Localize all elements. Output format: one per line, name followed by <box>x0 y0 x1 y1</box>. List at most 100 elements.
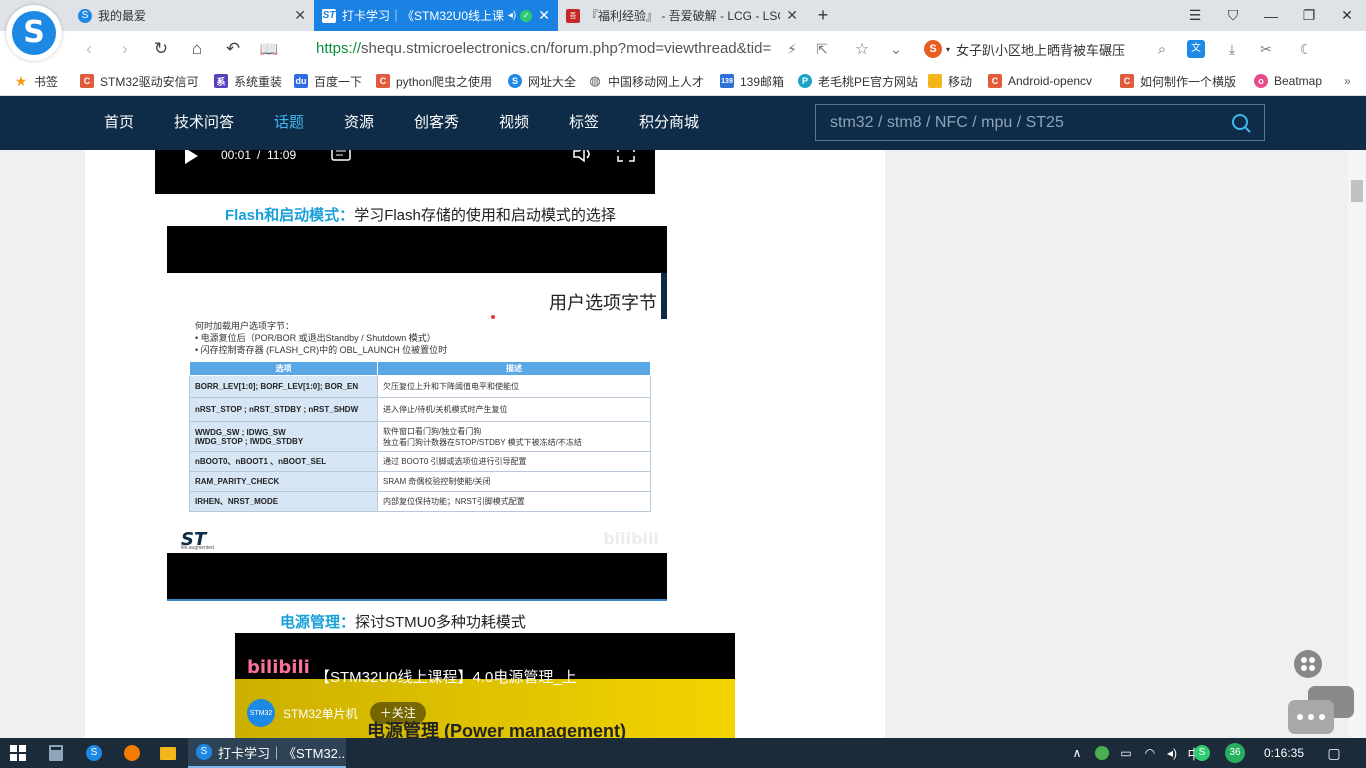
close-icon[interactable]: ✕ <box>786 7 798 24</box>
video-slide-option-bytes[interactable]: 用户选项字节 何时加载用户选项字节： • 电源复位后（POR/BOR 或退出St… <box>167 226 667 601</box>
video-progress-bar[interactable] <box>167 599 667 601</box>
bookmark-item[interactable]: Cpython爬虫之使用 <box>376 72 498 90</box>
csdn-icon: C <box>376 74 390 88</box>
search-icon[interactable]: ⌕ <box>1150 36 1174 62</box>
bookmark-item[interactable]: C 如何制作一个横版 <box>1120 72 1242 90</box>
close-icon[interactable]: ✕ <box>538 7 550 24</box>
home-icon[interactable]: ⌂ <box>184 36 210 62</box>
security-badge[interactable]: 36 <box>1224 738 1246 768</box>
battery-icon[interactable]: ▭ <box>1116 738 1136 768</box>
danmaku-icon[interactable] <box>331 150 351 164</box>
minimize-icon[interactable]: — <box>1252 0 1290 31</box>
tab-favorites[interactable]: S 我的最爱 ✕ <box>70 0 314 31</box>
more-bookmarks-icon[interactable]: » <box>1344 72 1360 90</box>
bookmark-item[interactable]: 系系统重装 <box>214 72 306 90</box>
bookmark-item[interactable]: 移动 <box>928 72 984 90</box>
floating-apps-button[interactable] <box>1294 650 1322 678</box>
page-scrollbar[interactable] <box>1348 150 1366 738</box>
volume-icon[interactable] <box>573 150 595 164</box>
speaker-icon[interactable]: ◂) <box>508 10 516 21</box>
nav-points-mall[interactable]: 积分商城 <box>639 96 699 150</box>
undo-icon[interactable]: ↶ <box>220 36 246 62</box>
video-title[interactable]: 【STM32U0线上课程】4.0电源管理_上 <box>315 666 577 687</box>
forward-icon[interactable]: › <box>112 36 138 62</box>
tab-52pojie[interactable]: 吾 『福利经验』 - 吾爱破解 - LCG - LSG ✕ <box>558 0 806 31</box>
fullscreen-icon[interactable] <box>617 150 635 162</box>
uploader-name[interactable]: STM32单片机 <box>283 705 358 722</box>
back-icon[interactable]: ‹ <box>76 36 102 62</box>
sogou-browser-logo[interactable]: S <box>6 5 62 61</box>
download-icon[interactable]: ⤓ <box>1220 36 1244 62</box>
calculator-icon[interactable] <box>44 741 68 765</box>
wifi-icon[interactable]: ◠ <box>1140 738 1160 768</box>
address-bar: ‹ › ↻ ⌂ ↶ 📖 https://shequ.stmicroelectro… <box>0 31 1366 66</box>
bookmark-item[interactable]: S 网址大全 <box>508 72 588 90</box>
sogou-browser-icon[interactable]: S <box>82 741 106 765</box>
bookmark-item[interactable]: 139 139邮箱 <box>720 72 792 90</box>
globe-icon: ◍ <box>589 73 601 88</box>
section-keyword: Flash和启动模式： <box>225 207 355 224</box>
share-icon[interactable]: ⇱ <box>810 36 834 62</box>
reader-icon[interactable]: 📖 <box>256 36 282 62</box>
firefox-icon[interactable] <box>120 741 144 765</box>
new-tab-button[interactable]: + <box>806 0 840 31</box>
night-mode-icon[interactable]: ☾ <box>1294 36 1318 62</box>
taskbar-browser-window[interactable]: S 打卡学习｜《STM32... <box>188 738 346 768</box>
nav-tags[interactable]: 标签 <box>569 96 599 150</box>
bilibili-embed-player[interactable]: bilibili 【STM32U0线上课程】4.0电源管理_上 STM32 ST… <box>235 633 735 738</box>
bookmark-item[interactable]: ★ 书签 <box>14 72 74 90</box>
windows-start-icon[interactable] <box>6 741 30 765</box>
section-text: 探讨STMU0多种功耗模式 <box>355 614 526 631</box>
tab-mute-green-icon[interactable]: ✓ <box>520 9 533 22</box>
chevron-down-icon[interactable]: ▾ <box>946 45 950 54</box>
nav-resources[interactable]: 资源 <box>344 96 374 150</box>
notification-icon[interactable]: ▢ <box>1322 738 1346 768</box>
avatar[interactable]: STM32 <box>247 699 275 727</box>
url-path: shequ.stmicroelectronics.cn/forum.php?mo… <box>361 40 772 57</box>
file-explorer-icon[interactable] <box>156 741 180 765</box>
restore-icon[interactable]: ❐ <box>1290 0 1328 31</box>
scrollbar-thumb[interactable] <box>1351 180 1363 202</box>
favorite-star-icon[interactable]: ☆ <box>850 36 874 62</box>
site-search-input[interactable]: stm32 / stm8 / NFC / mpu / ST25 <box>815 104 1265 141</box>
nav-qa[interactable]: 技术问答 <box>174 96 234 150</box>
translate-icon[interactable]: 文 <box>1184 36 1208 62</box>
search-suggestion[interactable]: S ▾ 女子趴小区地上晒背被车碾压 <box>924 36 1172 62</box>
tab-title: 打卡学习｜《STM32U0线上课程 <box>342 9 504 23</box>
system-clock[interactable]: 0:16:35 <box>1252 738 1316 768</box>
shirt-icon[interactable]: ⛉ <box>1214 0 1252 31</box>
tab-title: 『福利经验』 - 吾爱破解 - LCG - LSG <box>586 9 781 23</box>
nav-home[interactable]: 首页 <box>104 96 134 150</box>
page-content: 00:01 / 11:09 Flash和启动模式：学习Flash存储的使用和启动… <box>0 150 1348 738</box>
reload-icon[interactable]: ↻ <box>148 36 174 62</box>
bookmark-item[interactable]: o Beatmap <box>1254 72 1334 90</box>
sogou-ime-icon[interactable]: S <box>1192 738 1212 768</box>
dropdown-chevron-icon[interactable]: ⌄ <box>884 36 908 62</box>
time-separator: / <box>257 150 261 162</box>
search-icon[interactable] <box>1230 112 1252 134</box>
close-window-icon[interactable]: ✕ <box>1328 0 1366 31</box>
tray-expand-icon[interactable]: ∧ <box>1068 738 1086 768</box>
bookmark-item[interactable]: C Android-opencv <box>988 72 1110 90</box>
chat-bubble-icon[interactable] <box>1286 684 1358 738</box>
bookmark-item[interactable]: P 老毛桃PE官方网站 <box>798 72 922 90</box>
close-icon[interactable]: ✕ <box>294 7 306 24</box>
slide-canvas: 用户选项字节 何时加载用户选项字节： • 电源复位后（POR/BOR 或退出St… <box>167 273 667 553</box>
pe-icon: P <box>798 74 812 88</box>
bookmark-item[interactable]: du 百度一下 <box>294 72 378 90</box>
bilibili-logo[interactable]: bilibili <box>247 657 310 678</box>
volume-icon[interactable]: ◂) <box>1162 738 1182 768</box>
play-icon[interactable] <box>183 150 199 164</box>
nav-video[interactable]: 视频 <box>499 96 529 150</box>
sogou-icon: S <box>508 74 522 88</box>
tray-app-icon[interactable] <box>1092 738 1112 768</box>
nav-topics[interactable]: 话题 <box>274 96 304 150</box>
lightning-icon[interactable]: ⚡ <box>780 36 804 62</box>
video-player-controls[interactable]: 00:01 / 11:09 <box>155 150 655 194</box>
bookmark-item[interactable]: C STM32驱动安信可 <box>80 72 202 90</box>
bookmark-item[interactable]: ◍ 中国移动网上人才 <box>588 72 706 90</box>
screenshot-scissors-icon[interactable]: ✂ <box>1254 36 1278 62</box>
nav-maker[interactable]: 创客秀 <box>414 96 459 150</box>
menu-icon[interactable]: ☰ <box>1176 0 1214 31</box>
tab-active-course[interactable]: ST 打卡学习｜《STM32U0线上课程 ◂) ✓ ✕ <box>314 0 558 31</box>
